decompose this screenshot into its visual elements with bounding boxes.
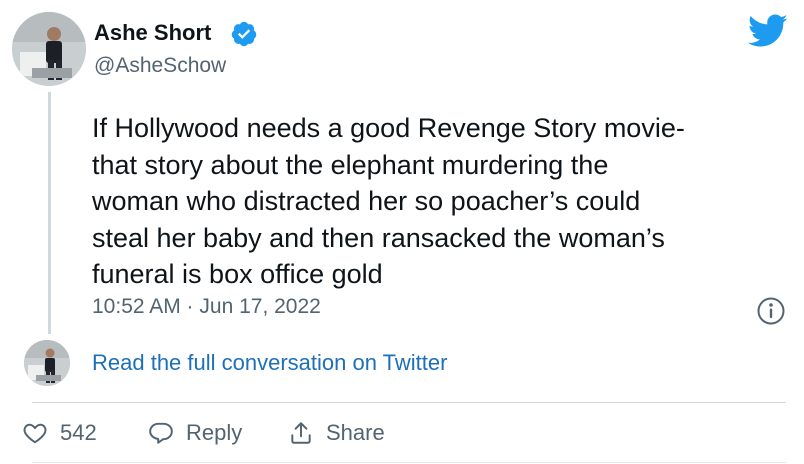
verified-badge-icon (231, 21, 257, 47)
bottom-border (32, 462, 786, 463)
heart-icon (23, 423, 47, 444)
tweet-text-line: woman who distracted her so poacher’s co… (92, 186, 641, 216)
reply-button[interactable]: Reply (148, 418, 242, 448)
avatar-photo (12, 12, 86, 86)
tweet-text-line: that story about the elephant murdering … (92, 149, 609, 180)
tweet-text-line: If Hollywood needs a good Revenge Story … (92, 113, 685, 143)
share-label: Share (326, 420, 385, 445)
author-avatar[interactable] (12, 12, 86, 86)
read-conversation-link[interactable]: Read the full conversation on Twitter (92, 350, 447, 376)
author-name[interactable]: Ashe Short (94, 20, 211, 46)
tweet-text-line: funeral is box office gold (92, 259, 383, 289)
tweet-text-line: steal her baby and then ransacked the wo… (92, 222, 665, 253)
share-button[interactable]: Share (288, 418, 385, 448)
twitter-bird-icon[interactable] (748, 14, 788, 48)
like-count: 542 (60, 420, 97, 445)
share-icon (291, 422, 311, 444)
tweet-timestamp[interactable]: 10:52 AM · Jun 17, 2022 (92, 295, 321, 319)
info-icon[interactable] (756, 296, 786, 326)
avatar-photo (24, 340, 70, 386)
like-button[interactable]: 542 (22, 418, 97, 448)
speech-bubble-icon (149, 422, 173, 444)
conversation-avatar[interactable] (24, 340, 70, 386)
thread-line (48, 92, 51, 334)
author-handle[interactable]: @AsheSchow (94, 54, 226, 78)
reply-label: Reply (186, 420, 243, 445)
actions-divider (32, 402, 786, 403)
tweet-text: If Hollywood needs a good Revenge Story … (92, 110, 782, 293)
